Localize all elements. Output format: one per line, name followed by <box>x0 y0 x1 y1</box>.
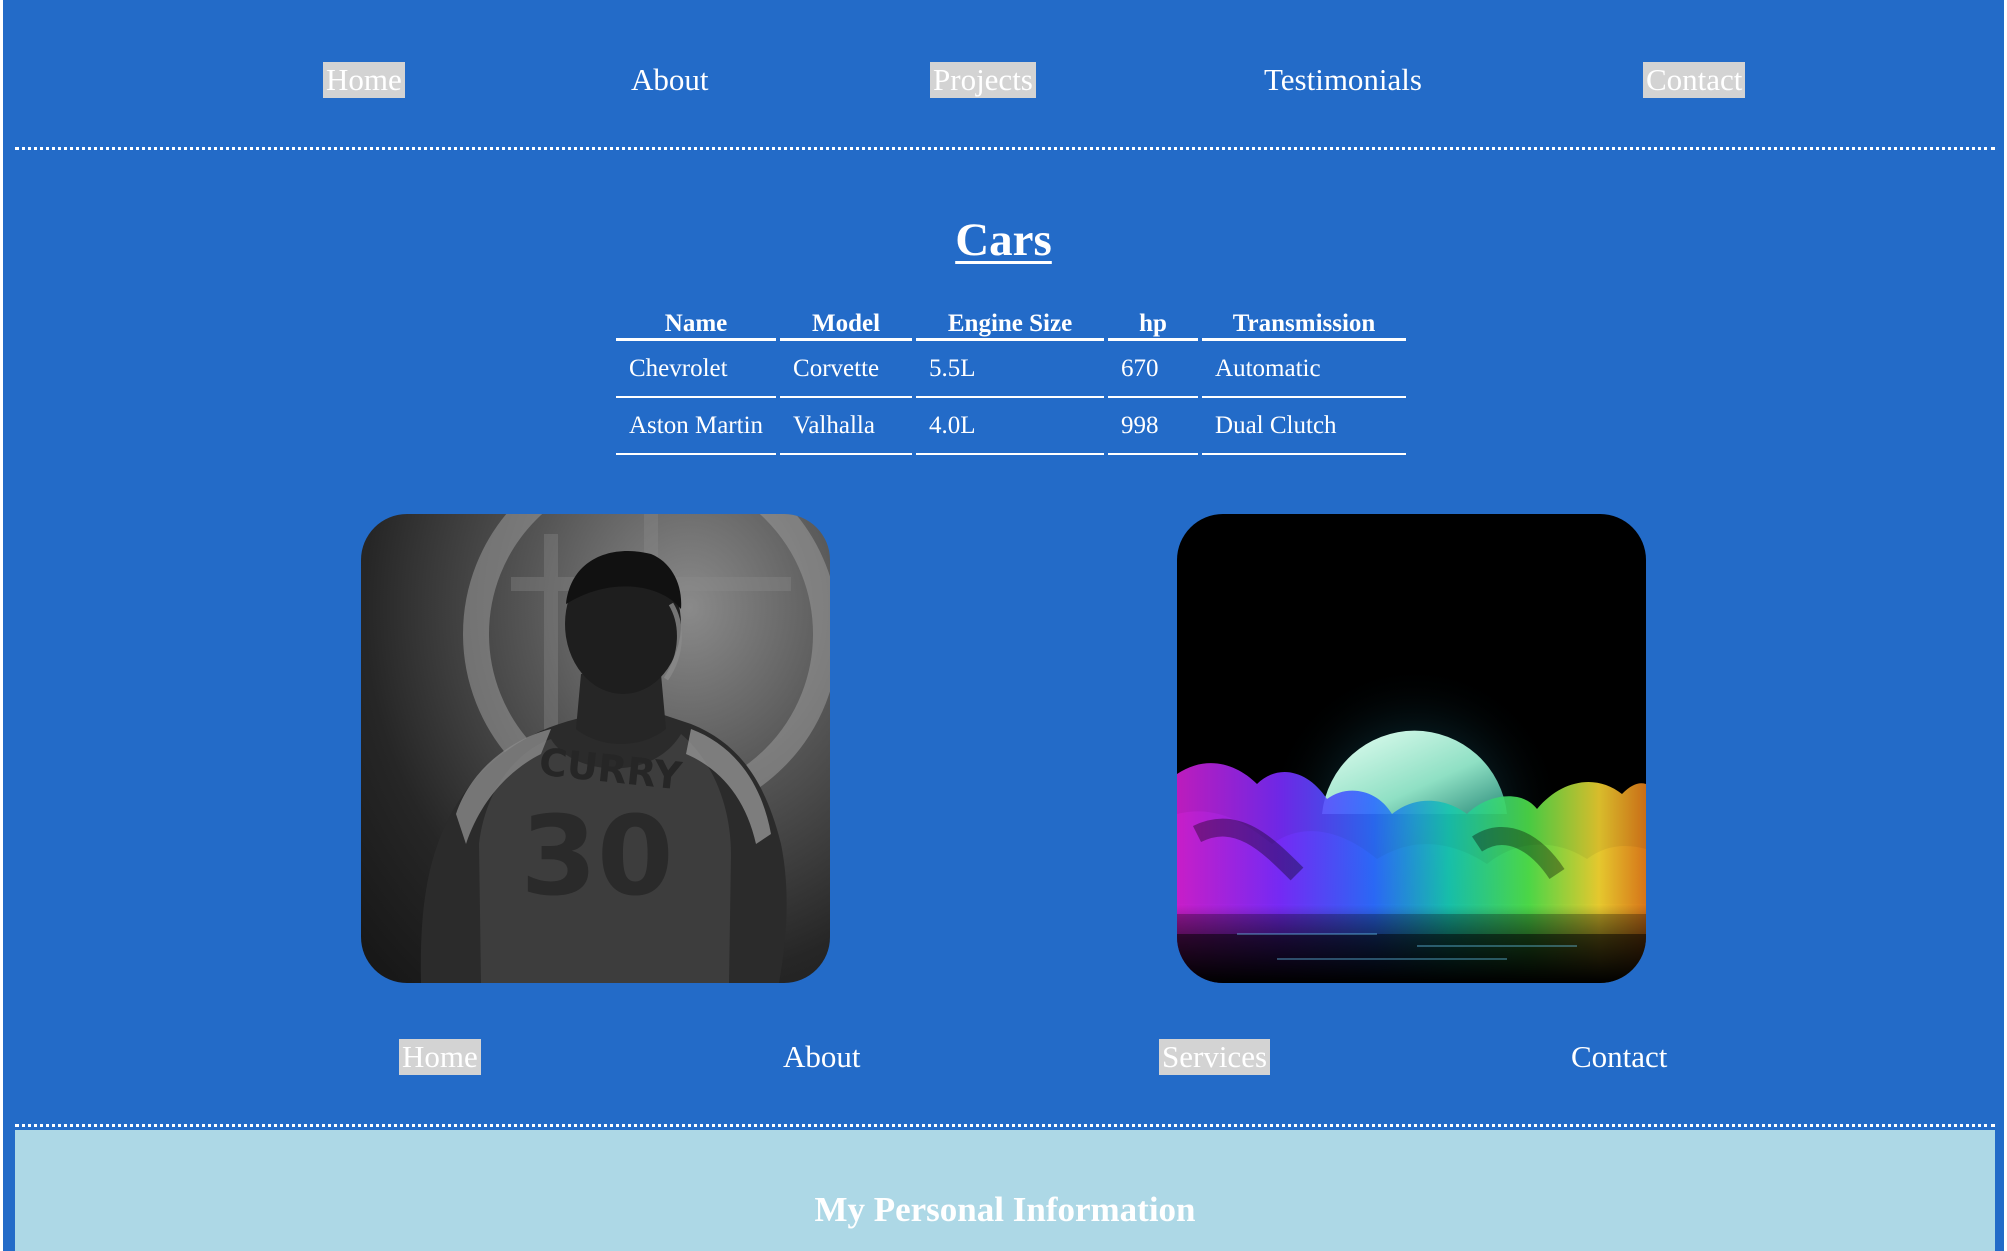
top-nav-projects-link[interactable]: Projects <box>930 62 1036 98</box>
cell-name: Chevrolet <box>616 341 777 398</box>
basketball-player-photo: CURRY 30 <box>361 514 830 983</box>
bottom-nav-divider <box>15 1124 1995 1127</box>
column-header-transmission: Transmission <box>1202 302 1407 341</box>
cell-engine-size: 5.5L <box>916 341 1105 398</box>
column-header-engine-size: Engine Size <box>916 302 1105 341</box>
top-nav-contact-link[interactable]: Contact <box>1643 62 1746 98</box>
cars-heading: Cars <box>955 214 1052 266</box>
cell-transmission: Automatic <box>1202 341 1407 398</box>
cars-table: Name Model Engine Size hp Transmission C… <box>612 302 1410 455</box>
column-header-hp: hp <box>1108 302 1199 341</box>
cell-model: Valhalla <box>780 398 913 455</box>
table-row: Chevrolet Corvette 5.5L 670 Automatic <box>616 341 1407 398</box>
personal-info-heading: My Personal Information <box>814 1190 1196 1229</box>
bottom-nav-home-link[interactable]: Home <box>399 1039 481 1075</box>
top-nav-testimonials-link[interactable]: Testimonials <box>1261 62 1425 98</box>
column-header-model: Model <box>780 302 913 341</box>
bottom-nav-contact-link[interactable]: Contact <box>1568 1039 1670 1075</box>
neon-moon-illustration <box>1177 664 1646 983</box>
cell-transmission: Dual Clutch <box>1202 398 1407 455</box>
page: Home About Projects Testimonials Contact… <box>3 0 2004 1251</box>
cell-name: Aston Martin <box>616 398 777 455</box>
cell-hp: 670 <box>1108 341 1199 398</box>
cell-hp: 998 <box>1108 398 1199 455</box>
cell-model: Corvette <box>780 341 913 398</box>
cars-table-header-row: Name Model Engine Size hp Transmission <box>616 302 1407 341</box>
bottom-nav-services-link[interactable]: Services <box>1159 1039 1271 1075</box>
top-nav-divider <box>15 147 1995 150</box>
neon-moon-photo <box>1177 514 1646 983</box>
bottom-nav: Home About Services Contact <box>3 1035 2004 1081</box>
basketball-player-illustration: CURRY 30 <box>420 514 830 983</box>
top-nav-home-link[interactable]: Home <box>323 62 405 98</box>
personal-info-section: My Personal Information <box>15 1130 1995 1251</box>
top-nav-about-link[interactable]: About <box>628 62 712 98</box>
column-header-name: Name <box>616 302 777 341</box>
top-nav: Home About Projects Testimonials Contact <box>3 58 2004 104</box>
cell-engine-size: 4.0L <box>916 398 1105 455</box>
table-row: Aston Martin Valhalla 4.0L 998 Dual Clut… <box>616 398 1407 455</box>
jersey-number-text: 30 <box>520 792 673 920</box>
bottom-nav-about-link[interactable]: About <box>780 1039 864 1075</box>
